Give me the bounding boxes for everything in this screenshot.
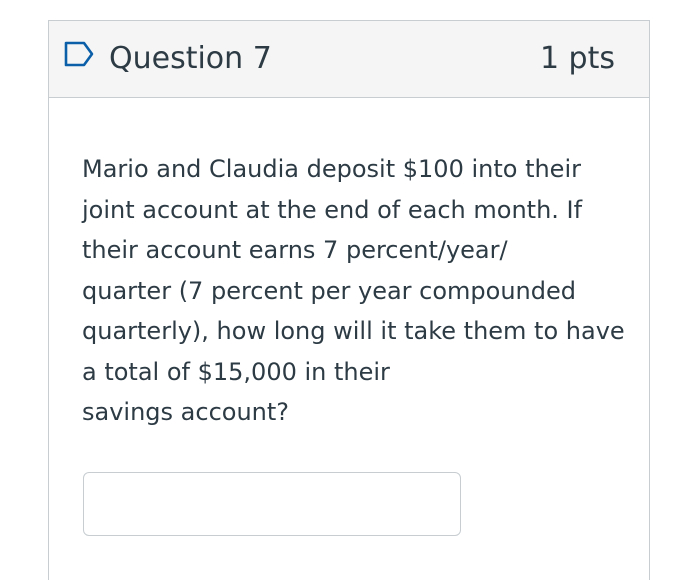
question-points: 1 pts xyxy=(539,41,615,76)
question-title: Question 7 xyxy=(109,41,272,76)
question-text: Mario and Claudia deposit $100 into thei… xyxy=(82,149,625,433)
flag-icon[interactable] xyxy=(63,40,95,68)
question-text-line: savings account? xyxy=(82,398,290,426)
question-text-line: quarter (7 percent per year compounded xyxy=(82,276,577,305)
question-text-line: Mario and Claudia deposit $100 into thei… xyxy=(82,155,581,183)
question-text-line: their account earns 7 percent/year/ xyxy=(82,236,508,264)
question-text-line: joint account at the end of each month. … xyxy=(82,195,583,224)
question-text-line: a total of $15,000 in their xyxy=(82,357,390,386)
answer-input[interactable] xyxy=(83,472,461,536)
question-header: Question 7 1 pts xyxy=(49,21,649,98)
question-text-line: quarterly), how long will it take them t… xyxy=(82,317,625,345)
question-card: Question 7 1 pts Mario and Claudia depos… xyxy=(48,20,650,580)
